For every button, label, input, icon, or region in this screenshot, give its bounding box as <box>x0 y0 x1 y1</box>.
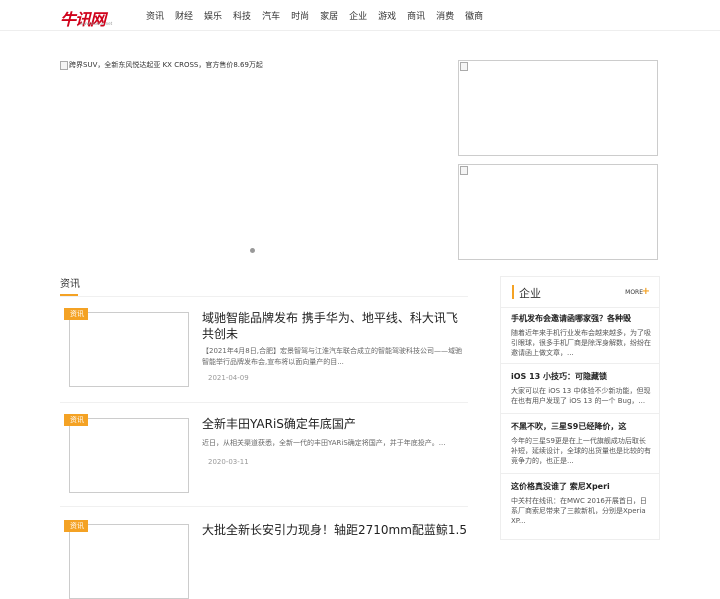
carousel-dot[interactable] <box>250 248 255 253</box>
panel-divider <box>501 413 659 414</box>
article-date: 2021-04-09 <box>208 374 249 382</box>
broken-image-icon <box>60 60 68 70</box>
panel-item-title[interactable]: iOS 13 小技巧：可隐藏锁 <box>511 371 651 382</box>
panel-item-desc: 大家可以在 iOS 13 中体验不少新功能，但现在也有用户发现了 iOS 13 … <box>511 387 651 405</box>
article-divider <box>60 506 468 507</box>
panel-item[interactable]: iOS 13 小技巧：可隐藏锁 大家可以在 iOS 13 中体验不少新功能，但现… <box>511 371 651 406</box>
plus-icon[interactable]: + <box>642 286 650 297</box>
nav-item-finance[interactable]: 财经 <box>175 9 193 22</box>
broken-image-icon <box>460 62 468 71</box>
panel-title[interactable]: 企业 <box>519 285 541 301</box>
panel-item-title[interactable]: 不黑不吹，三星S9已经降价，这 <box>511 421 651 432</box>
article-thumbnail[interactable] <box>69 418 189 493</box>
panel-header: 企业 MORE + <box>501 277 659 308</box>
nav-item-entertainment[interactable]: 娱乐 <box>204 9 222 22</box>
main-nav: 资讯 财经 娱乐 科技 汽车 时尚 家居 企业 游戏 商讯 消费 徽商 <box>146 9 494 22</box>
banner-alt-text: 跨界SUV，全新东风悦达起亚 KX CROSS，官方售价8.69万起 <box>69 61 263 69</box>
article-item[interactable]: 资讯 大批全新长安引力现身！轴距2710mm配蓝鲸1.5 <box>60 520 468 599</box>
panel-divider <box>501 363 659 364</box>
nav-item-enterprise[interactable]: 企业 <box>349 9 367 22</box>
logo-subtext: www.niuxun.net <box>80 21 113 26</box>
article-summary: 近日，从相关渠道获悉，全新一代的丰田YARiS确定将国产，并于年底投产。... <box>202 439 446 447</box>
article-tag: 资讯 <box>64 414 88 426</box>
side-banner-image[interactable] <box>458 164 658 260</box>
side-banner-image[interactable] <box>458 60 658 156</box>
nav-item-fashion[interactable]: 时尚 <box>291 9 309 22</box>
logo-text: 牛讯网 <box>60 10 106 29</box>
nav-item-business[interactable]: 商讯 <box>407 9 425 22</box>
panel-item-desc: 中关村在线讯：在MWC 2016开展首日，日系厂商索尼带来了三款新机，分别是Xp… <box>511 497 647 525</box>
more-link[interactable]: MORE <box>625 289 643 296</box>
panel-item-title[interactable]: 手机发布会邀请函哪家强？各种毁 <box>511 313 651 324</box>
nav-item-consumer[interactable]: 消费 <box>436 9 454 22</box>
section-title[interactable]: 资讯 <box>60 275 80 290</box>
panel-item[interactable]: 手机发布会邀请函哪家强？各种毁 随着近年来手机行业发布会越来越多，为了吸引眼球，… <box>511 313 651 358</box>
article-item[interactable]: 资讯 域驰智能品牌发布 携手华为、地平线、科大讯飞共创未 【2021年4月8日,… <box>60 308 468 404</box>
article-title[interactable]: 全新丰田YARiS确定年底国产 <box>202 416 464 432</box>
article-item[interactable]: 资讯 全新丰田YARiS确定年底国产 近日，从相关渠道获悉，全新一代的丰田YAR… <box>60 414 468 510</box>
section-divider <box>60 296 468 297</box>
panel-item-desc: 今年的三星S9更是在上一代旗舰成功后取长补短，延续设计，全球的出货量也是比较的有… <box>511 437 651 465</box>
nav-item-home[interactable]: 家居 <box>320 9 338 22</box>
enterprise-panel: 企业 MORE + 手机发布会邀请函哪家强？各种毁 随着近年来手机行业发布会越来… <box>500 276 660 540</box>
article-summary: 【2021年4月8日,合肥】宏景智驾与江淮汽车联合成立的智能驾驶科技公司——域驰… <box>202 347 462 366</box>
article-title[interactable]: 域驰智能品牌发布 携手华为、地平线、科大讯飞共创未 <box>202 310 464 342</box>
nav-item-games[interactable]: 游戏 <box>378 9 396 22</box>
banner-carousel[interactable]: 跨界SUV，全新东风悦达起亚 KX CROSS，官方售价8.69万起 <box>60 60 450 260</box>
broken-image-icon <box>460 166 468 175</box>
article-thumbnail[interactable] <box>69 312 189 387</box>
article-divider <box>60 402 468 403</box>
article-title[interactable]: 大批全新长安引力现身！轴距2710mm配蓝鲸1.5 <box>202 522 467 538</box>
nav-item-auto[interactable]: 汽车 <box>262 9 280 22</box>
panel-title-bar <box>512 285 514 299</box>
banner-image-alt[interactable]: 跨界SUV，全新东风悦达起亚 KX CROSS，官方售价8.69万起 <box>60 60 263 70</box>
panel-item[interactable]: 不黑不吹，三星S9已经降价，这 今年的三星S9更是在上一代旗舰成功后取长补短，延… <box>511 421 651 466</box>
panel-divider <box>501 473 659 474</box>
article-tag: 资讯 <box>64 308 88 320</box>
panel-item-title[interactable]: 这价格真没谁了 索尼Xperi <box>511 481 651 492</box>
site-logo[interactable]: 牛讯网 www.niuxun.net <box>60 6 132 29</box>
nav-item-huishang[interactable]: 徽商 <box>465 9 483 22</box>
panel-item[interactable]: 这价格真没谁了 索尼Xperi 中关村在线讯：在MWC 2016开展首日，日系厂… <box>511 481 651 526</box>
top-navbar: 牛讯网 www.niuxun.net 资讯 财经 娱乐 科技 汽车 时尚 家居 … <box>0 0 720 31</box>
panel-item-desc: 随着近年来手机行业发布会越来越多，为了吸引眼球，很多手机厂商是除浑身解数，纷纷在… <box>511 329 651 357</box>
article-tag: 资讯 <box>64 520 88 532</box>
article-date: 2020-03-11 <box>208 458 249 466</box>
nav-item-tech[interactable]: 科技 <box>233 9 251 22</box>
nav-item-news[interactable]: 资讯 <box>146 9 164 22</box>
article-thumbnail[interactable] <box>69 524 189 599</box>
